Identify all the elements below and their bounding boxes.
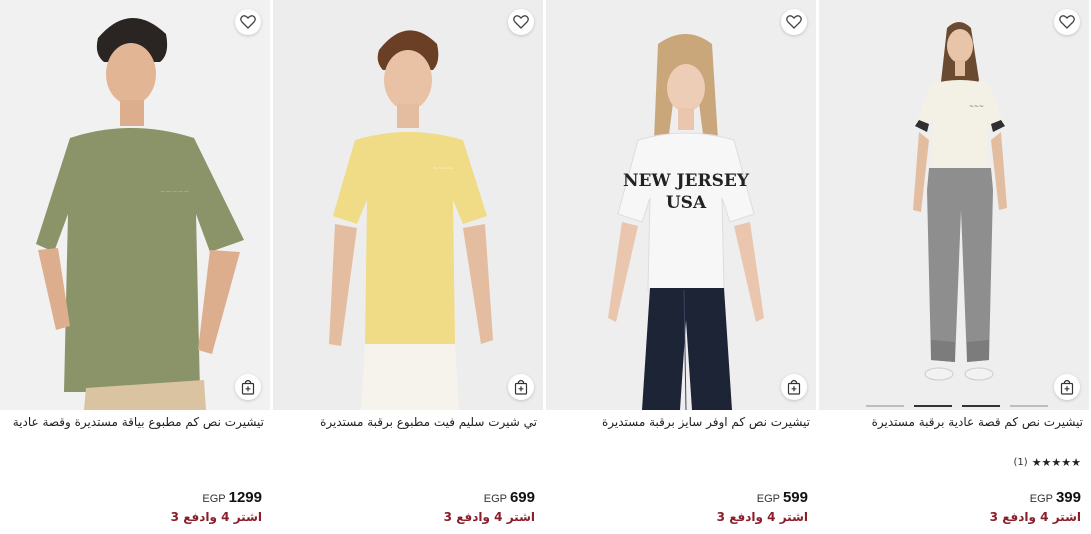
product-price: EGP 1299 [202,487,262,506]
carousel-dot[interactable] [1010,405,1048,407]
shopping-bag-plus-icon [787,379,801,395]
price-value: 599 [782,489,808,506]
price-currency: EGP [202,493,226,505]
add-to-cart-button[interactable] [235,374,261,400]
product-price: EGP 399 [1030,487,1081,506]
product-price: EGP 699 [484,487,535,506]
product-rating: ★★★★★ (1) [1014,456,1082,469]
favorite-button[interactable] [508,9,534,35]
shopping-bag-plus-icon [241,379,255,395]
product-card[interactable]: ~~~~~ تيشيرت نص كم مطبوع بياقة مستديرة و… [0,0,270,534]
svg-text:~~~: ~~~ [969,103,984,110]
product-price: EGP 599 [757,487,808,506]
promo-badge: اشتر 4 وادفع 3 [716,510,808,524]
heart-icon [1059,15,1075,29]
price-value: 399 [1055,489,1081,506]
promo-badge: اشتر 4 وادفع 3 [170,510,262,524]
carousel-dot[interactable] [962,405,1000,407]
favorite-button[interactable] [1054,9,1080,35]
add-to-cart-button[interactable] [1054,374,1080,400]
product-card[interactable]: NEW JERSEY USA تيشيرت نص كم اوفر سايز بر… [546,0,816,534]
product-image[interactable]: ~~~ [819,0,1089,410]
product-card[interactable]: ~~~~ تي شيرت سليم فيت مطبوع برقبة مستدير… [273,0,543,534]
product-title[interactable]: تيشيرت نص كم اوفر سايز برقبة مستديرة [552,414,810,431]
image-carousel-indicator[interactable] [866,405,1048,407]
heart-icon [513,15,529,29]
promo-badge: اشتر 4 وادفع 3 [443,510,535,524]
product-title[interactable]: تيشيرت نص كم مطبوع بياقة مستديرة وقصة عا… [6,414,264,431]
promo-badge: اشتر 4 وادفع 3 [989,510,1081,524]
price-currency: EGP [483,493,507,505]
svg-text:~~~~: ~~~~ [433,165,453,172]
shirt-print-line-1: NEW JERSEY [623,171,750,191]
heart-icon [240,15,256,29]
product-image[interactable]: ~~~~ [273,0,543,410]
product-grid: ~~~ تيشيرت نص كم قصة عادية برقبة مستديرة… [0,0,1091,534]
star-rating-icons: ★★★★★ [1031,456,1081,469]
add-to-cart-button[interactable] [781,374,807,400]
add-to-cart-button[interactable] [508,374,534,400]
heart-icon [786,15,802,29]
price-currency: EGP [1029,493,1053,505]
product-image[interactable]: ~~~~~ [0,0,270,410]
product-card[interactable]: ~~~ تيشيرت نص كم قصة عادية برقبة مستديرة… [819,0,1089,534]
rating-count: (1) [1013,457,1028,468]
price-value: 699 [509,489,535,506]
svg-text:~~~~~: ~~~~~ [160,188,189,196]
favorite-button[interactable] [781,9,807,35]
shirt-print-line-2: USA [666,193,707,213]
carousel-dot[interactable] [866,405,904,407]
carousel-dot[interactable] [914,405,952,407]
shopping-bag-plus-icon [514,379,528,395]
product-image[interactable]: NEW JERSEY USA [546,0,816,410]
product-title[interactable]: تيشيرت نص كم قصة عادية برقبة مستديرة [825,414,1083,431]
price-currency: EGP [756,493,780,505]
price-value: 1299 [228,489,262,506]
product-title[interactable]: تي شيرت سليم فيت مطبوع برقبة مستديرة [279,414,537,431]
shopping-bag-plus-icon [1060,379,1074,395]
favorite-button[interactable] [235,9,261,35]
